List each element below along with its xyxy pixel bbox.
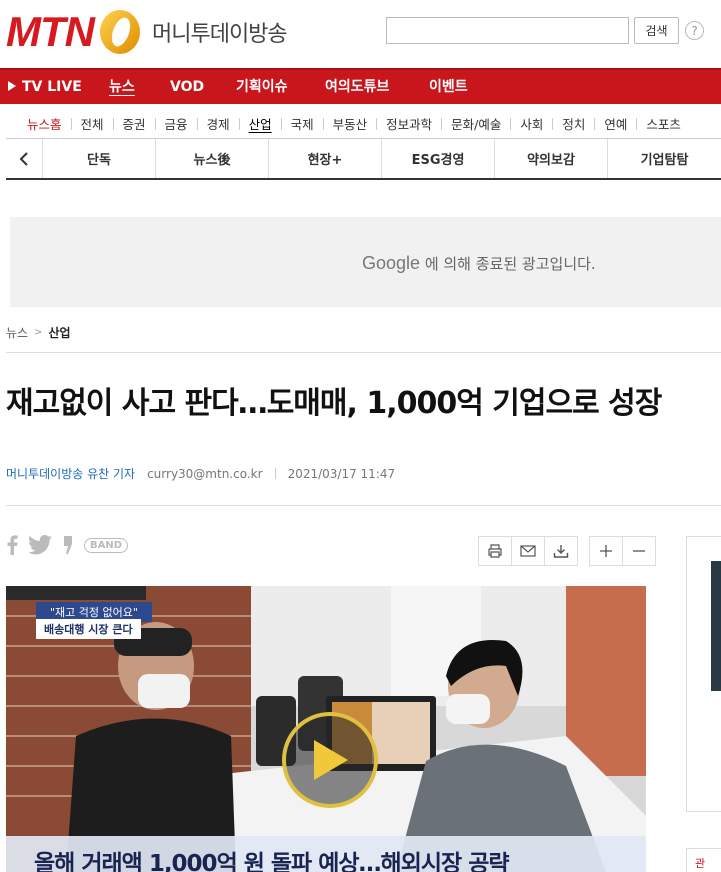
divider <box>6 505 721 506</box>
nav-special-issue[interactable]: 기획이슈 <box>236 70 288 104</box>
video-play-button[interactable] <box>282 712 378 808</box>
search-button[interactable]: 검색 <box>634 17 679 44</box>
reporter-email[interactable]: curry30@mtn.co.kr <box>147 467 262 481</box>
article-title: 재고없이 사고 판다…도매매, 1,000억 기업으로 성장 <box>6 386 662 421</box>
logo-ring-icon <box>99 10 140 54</box>
play-icon <box>314 740 348 780</box>
font-decrease-button[interactable] <box>622 536 656 566</box>
video-banner-text: 올해 거래액 1,000억 원 돌파 예상…해외시장 공략 <box>34 851 510 872</box>
plus-icon <box>600 545 612 557</box>
print-icon <box>488 544 502 558</box>
play-icon <box>8 81 16 91</box>
nav-yeouido-tube[interactable]: 여의도튜브 <box>325 70 389 104</box>
band-share-button[interactable]: BAND <box>84 537 129 553</box>
main-nav: TV LIVE 뉴스 VOD 기획이슈 여의도튜브 이벤트 <box>0 68 721 104</box>
help-icon[interactable]: ? <box>685 21 704 40</box>
special-tab-bar: 단독 뉴스後 현장+ ESG경영 약의보감 기업탐탐 <box>6 138 721 180</box>
subnav-finance[interactable]: 금융 <box>156 114 197 133</box>
subnav-news-home[interactable]: 뉴스홈 <box>27 114 71 133</box>
subnav-economy[interactable]: 경제 <box>198 114 239 133</box>
download-icon <box>553 545 569 558</box>
subnav-culture[interactable]: 문화/예술 <box>442 114 510 133</box>
breadcrumb-separator: > <box>34 327 43 338</box>
minus-icon <box>633 550 645 552</box>
ad-closed-message: Google 에 의해 종료된 광고입니다. <box>362 253 596 274</box>
divider <box>274 468 276 479</box>
tab-prev-button[interactable] <box>6 139 43 178</box>
breadcrumb-root[interactable]: 뉴스 <box>6 324 28 341</box>
mtn-logo[interactable]: MTN 머니투데이방송 <box>6 6 288 58</box>
subnav-international[interactable]: 국제 <box>282 114 323 133</box>
subnav-it-science[interactable]: 정보과학 <box>377 114 441 133</box>
sidebar-thumbnail-image <box>711 561 721 691</box>
subnav-society[interactable]: 사회 <box>511 114 552 133</box>
tab-medicine[interactable]: 약의보감 <box>495 139 608 178</box>
nav-tv-live-label: TV LIVE <box>22 79 82 95</box>
download-button[interactable] <box>544 536 578 566</box>
share-bar: BAND <box>6 535 129 555</box>
divider <box>6 352 721 353</box>
breadcrumb: 뉴스 > 산업 <box>6 324 71 341</box>
search-input[interactable] <box>386 17 629 44</box>
nav-event[interactable]: 이벤트 <box>429 70 468 104</box>
ad-message: 에 의해 종료된 광고입니다. <box>420 255 596 273</box>
tab-esg[interactable]: ESG경영 <box>382 139 495 178</box>
nav-tv-live[interactable]: TV LIVE <box>8 70 82 104</box>
reporter-name[interactable]: 머니투데이방송 유찬 기자 <box>6 465 135 482</box>
sub-nav-row: 뉴스홈 전체 증권 금융 경제 산업 국제 부동산 정보과학 문화/예술 사회 … <box>27 114 690 133</box>
article-date: 2021/03/17 11:47 <box>287 466 396 481</box>
twitter-icon[interactable] <box>28 535 52 555</box>
sidebar-thumbnail[interactable] <box>686 536 721 812</box>
chevron-left-icon <box>19 151 28 166</box>
logo-korean-text: 머니투데이방송 <box>151 22 288 47</box>
breadcrumb-current[interactable]: 산업 <box>48 324 70 341</box>
sub-nav: 뉴스홈 전체 증권 금융 경제 산업 국제 부동산 정보과학 문화/예술 사회 … <box>0 104 721 138</box>
subnav-all[interactable]: 전체 <box>72 114 113 133</box>
video-caption-sub: 배송대행 시장 큰다 <box>36 619 141 639</box>
article-video[interactable]: "재고 걱정 없어요" 배송대행 시장 큰다 올해 거래액 1,000억 원 돌… <box>6 586 646 872</box>
subnav-real-estate[interactable]: 부동산 <box>324 114 377 133</box>
print-button[interactable] <box>478 536 512 566</box>
site-header: MTN 머니투데이방송 검색 ? <box>0 0 721 68</box>
subnav-stocks[interactable]: 증권 <box>114 114 155 133</box>
subnav-entertainment[interactable]: 연예 <box>595 114 636 133</box>
nav-news[interactable]: 뉴스 <box>109 70 135 104</box>
ad-placeholder: Google 에 의해 종료된 광고입니다. <box>10 217 721 307</box>
article-tools <box>478 536 656 566</box>
sidebar-related-label: 관 <box>686 848 721 872</box>
google-wordmark: Google <box>362 253 421 273</box>
logo-mtn-text: MTN <box>6 8 95 55</box>
mail-icon <box>520 545 536 557</box>
font-increase-button[interactable] <box>589 536 623 566</box>
article-byline: 머니투데이방송 유찬 기자 curry30@mtn.co.kr 2021/03/… <box>6 465 395 482</box>
email-button[interactable] <box>511 536 545 566</box>
subnav-industry[interactable]: 산업 <box>240 114 281 133</box>
subnav-politics[interactable]: 정치 <box>553 114 594 133</box>
tab-news-after[interactable]: 뉴스後 <box>156 139 269 178</box>
nav-vod[interactable]: VOD <box>170 70 204 104</box>
kakao-story-icon[interactable] <box>62 535 74 555</box>
facebook-icon[interactable] <box>6 535 18 555</box>
tab-field-plus[interactable]: 현장+ <box>269 139 382 178</box>
tab-company-explore[interactable]: 기업탐탐 <box>608 139 721 178</box>
tab-exclusive[interactable]: 단독 <box>43 139 156 178</box>
subnav-sports[interactable]: 스포츠 <box>637 114 690 133</box>
